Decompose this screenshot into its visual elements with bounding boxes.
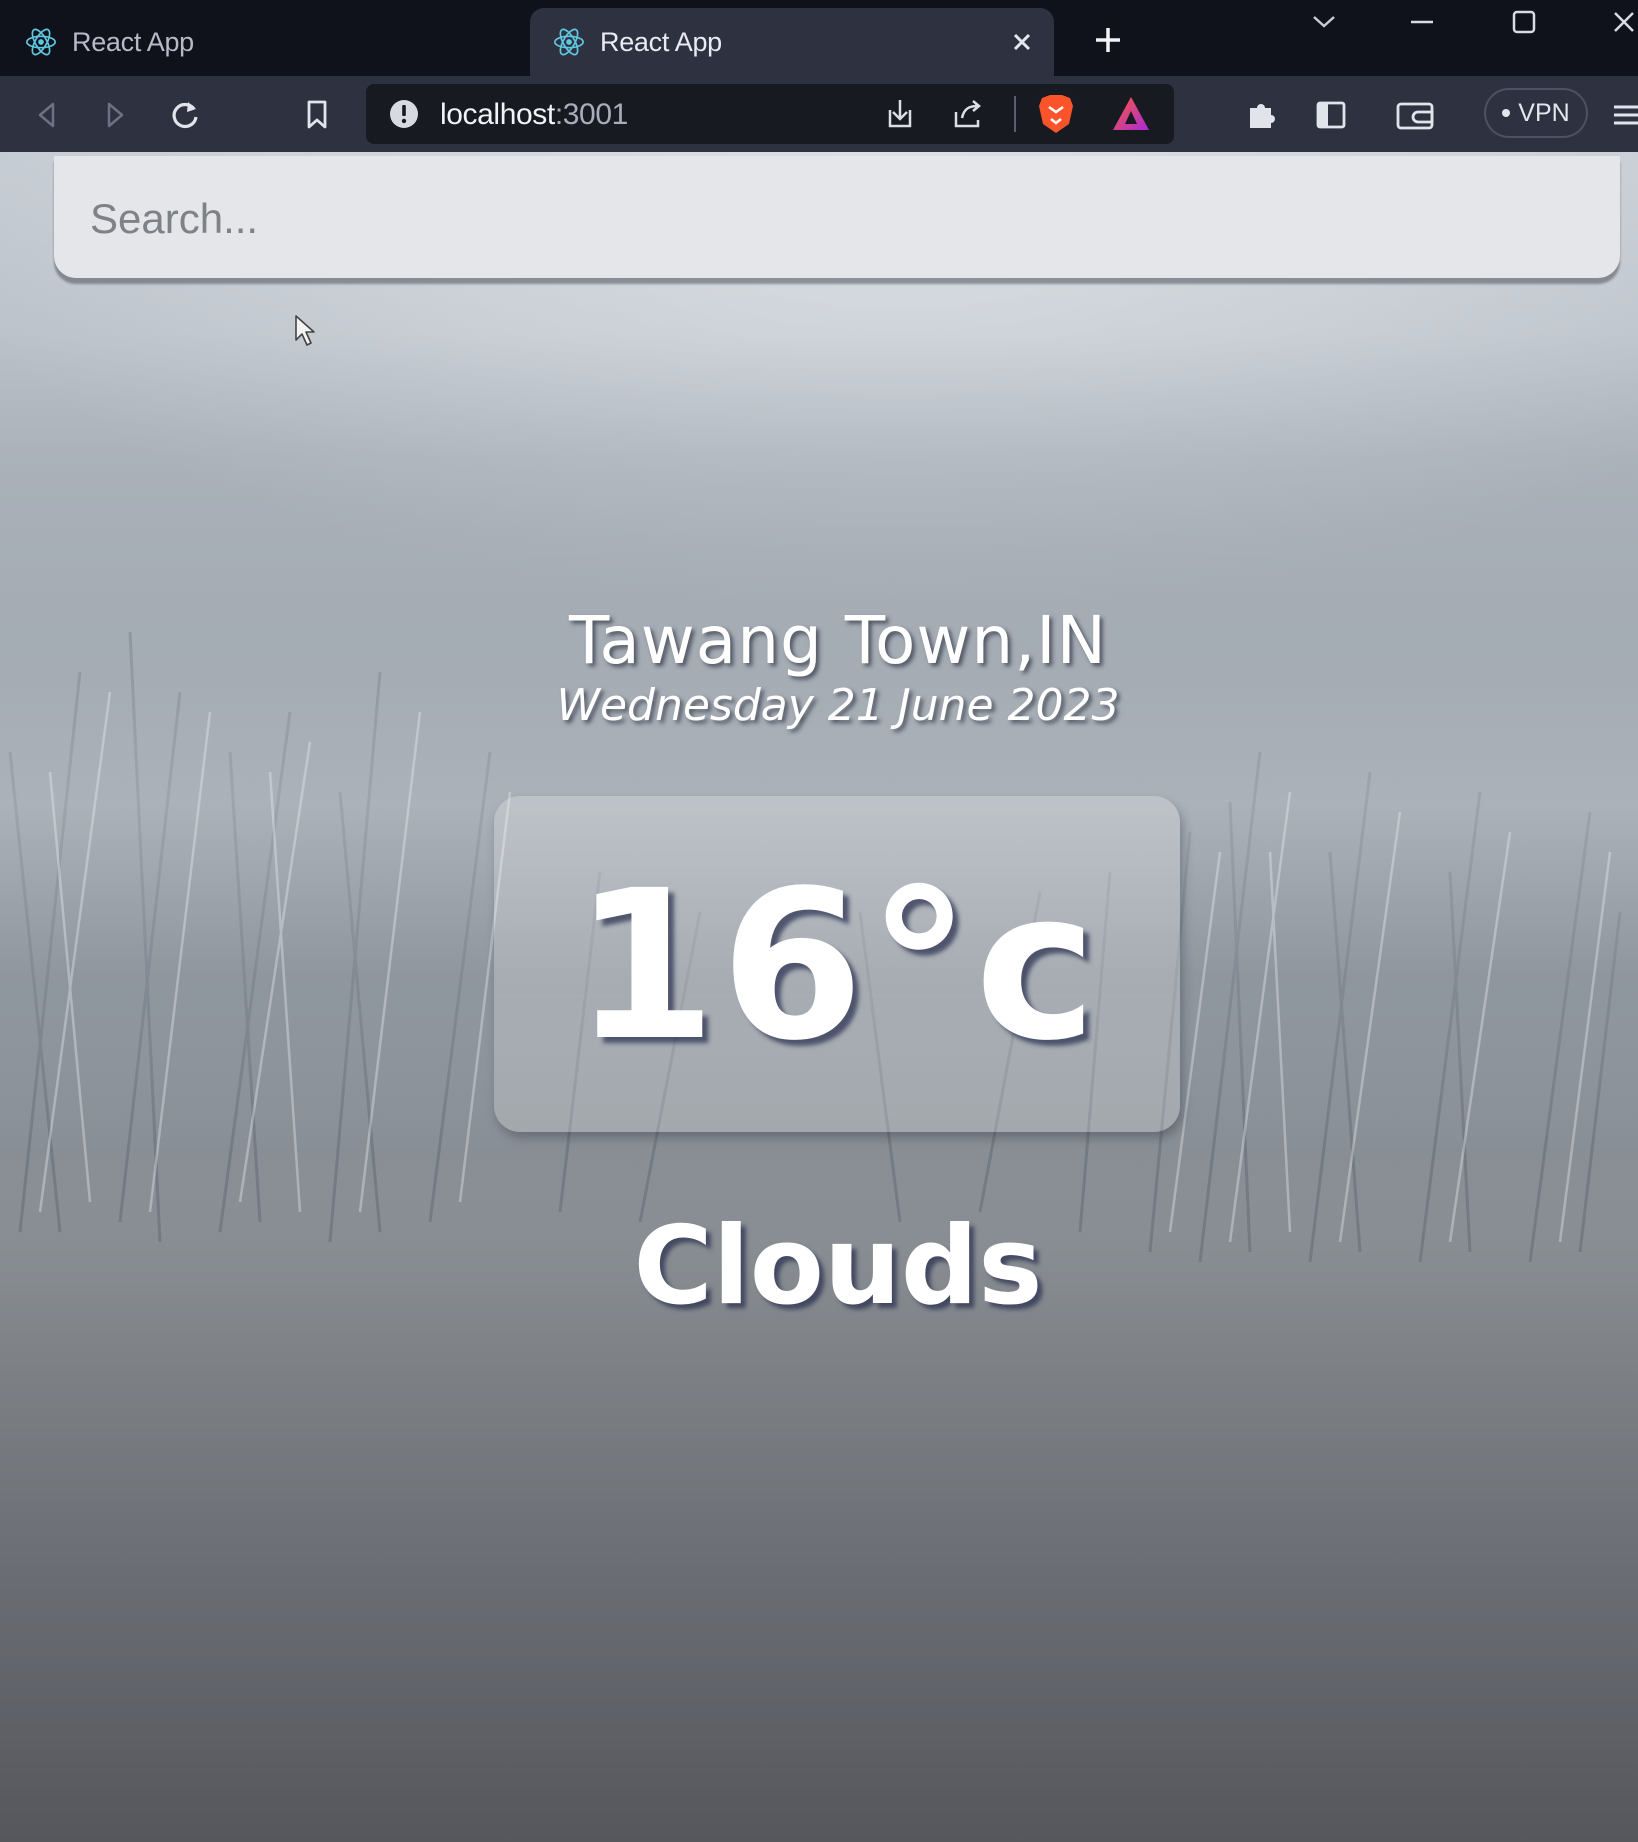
vpn-status-dot (1502, 109, 1511, 117)
weather-condition: Clouds (633, 1204, 1043, 1329)
reload-icon[interactable] (164, 94, 206, 136)
temperature-card: 16°c (494, 796, 1180, 1132)
tab-title: React App (600, 26, 722, 57)
hamburger-icon[interactable] (1608, 94, 1638, 136)
close-icon[interactable] (1006, 26, 1038, 58)
vpn-label: VPN (1518, 98, 1570, 127)
mouse-cursor-icon (295, 315, 315, 346)
brave-lion-icon[interactable] (1036, 92, 1076, 136)
current-date: Wednesday 21 June 2023 (556, 680, 1120, 731)
weather-page: Tawang Town,IN Wednesday 21 June 2023 16… (0, 152, 1638, 1842)
close-icon[interactable] (1594, 0, 1638, 44)
address-bar[interactable]: localhost:3001 (366, 84, 1174, 144)
react-icon (553, 28, 585, 56)
toolbar-divider (1014, 96, 1016, 132)
sidebar-icon[interactable] (1310, 94, 1352, 136)
back-icon[interactable] (26, 94, 68, 136)
url-host: localhost (440, 98, 555, 131)
react-icon (25, 28, 57, 56)
bookmark-icon[interactable] (296, 94, 338, 136)
url-text: localhost:3001 (440, 98, 628, 132)
tab-strip: React App React App (0, 0, 1638, 76)
tab-react-app-1[interactable]: React App (0, 8, 528, 76)
browser-toolbar: localhost:3001 VPN (0, 76, 1638, 152)
tab-title: React App (72, 26, 194, 57)
temperature-value: 16°c (573, 846, 1101, 1086)
rewards-triangle-icon[interactable] (1110, 94, 1152, 134)
plus-icon[interactable] (1086, 18, 1130, 62)
search-input[interactable] (54, 156, 1620, 278)
vpn-button[interactable]: VPN (1484, 88, 1588, 138)
url-port: :3001 (554, 98, 628, 131)
download-icon[interactable] (882, 96, 918, 132)
forward-icon[interactable] (94, 94, 136, 136)
chevron-down-icon[interactable] (1294, 0, 1354, 44)
info-icon[interactable] (388, 98, 420, 130)
puzzle-icon[interactable] (1240, 94, 1282, 136)
tab-react-app-2[interactable]: React App (530, 8, 1054, 76)
location-title: Tawang Town,IN (568, 602, 1108, 679)
share-icon[interactable] (950, 96, 986, 132)
wallet-icon[interactable] (1394, 94, 1436, 136)
minimize-icon[interactable] (1392, 0, 1452, 44)
maximize-icon[interactable] (1494, 0, 1554, 44)
search-bar[interactable] (54, 156, 1620, 278)
